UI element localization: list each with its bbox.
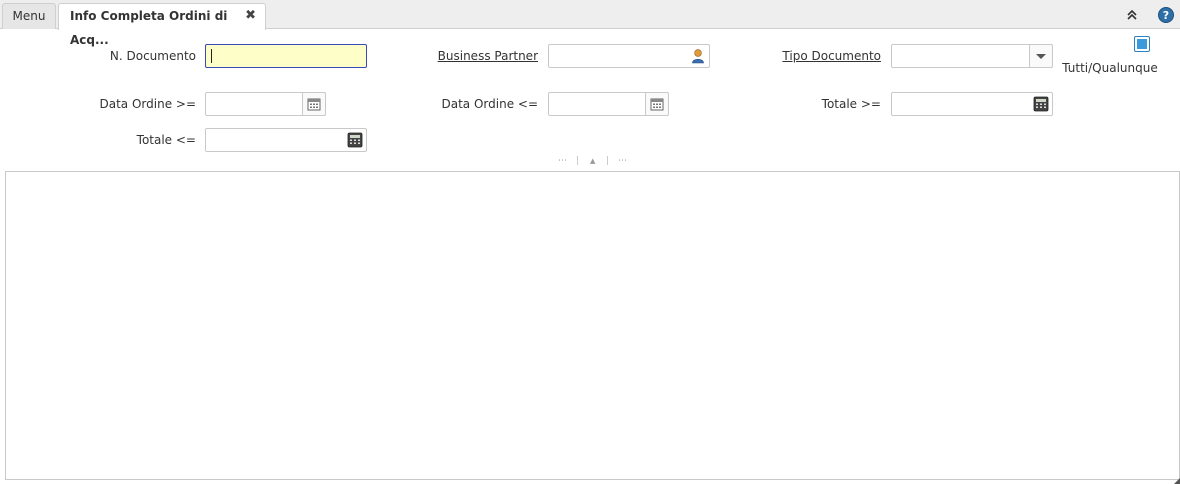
total-from-label: Totale >=: [821, 97, 881, 111]
tab-info-ordini-acquisto[interactable]: Info Completa Ordini di Acq... ✖: [58, 3, 266, 47]
calculator-icon[interactable]: [1033, 96, 1049, 112]
tab-menu-label: Menu: [12, 9, 46, 23]
date-to-label: Data Ordine <=: [441, 97, 539, 111]
doc-no-label: N. Documento: [109, 49, 196, 63]
checkbox-check-mark: [1137, 39, 1147, 49]
splitter-handle[interactable]: ⋯ ▲ ⋯: [556, 156, 636, 166]
all-any-label: Tutti/Qualunque: [1062, 61, 1158, 75]
bpartner-label[interactable]: Business Partner: [420, 48, 538, 64]
chevron-down-icon: [1036, 54, 1046, 59]
bpartner-input[interactable]: [548, 44, 710, 68]
total-from-input[interactable]: [891, 92, 1053, 116]
doctype-dropdown-button[interactable]: [1029, 44, 1053, 68]
calendar-icon: [307, 98, 321, 111]
date-to-input[interactable]: [548, 92, 669, 116]
chevron-double-up-icon[interactable]: [1124, 7, 1140, 23]
date-to-calendar-button[interactable]: [645, 92, 669, 116]
results-grid[interactable]: [5, 171, 1180, 480]
tab-menu[interactable]: Menu: [2, 3, 56, 29]
total-to-label: Totale <=: [136, 133, 196, 147]
person-icon[interactable]: [690, 48, 706, 64]
splitter-dots-left: ⋯: [558, 156, 567, 166]
calendar-icon: [650, 98, 664, 111]
date-from-input[interactable]: [205, 92, 326, 116]
splitter-divider: [577, 156, 578, 165]
calculator-icon[interactable]: [347, 132, 363, 148]
tab-bar: Menu Info Completa Ordini di Acq... ✖ ?: [0, 0, 1180, 47]
doc-no-input[interactable]: [205, 44, 367, 68]
date-from-calendar-button[interactable]: [302, 92, 326, 116]
help-icon[interactable]: ?: [1158, 7, 1174, 23]
resize-corner-icon[interactable]: [1170, 474, 1180, 484]
doctype-label[interactable]: Tipo Documento: [760, 48, 881, 64]
collapse-up-icon[interactable]: ▲: [590, 156, 595, 166]
splitter-dots-right: ⋯: [618, 156, 627, 166]
splitter-divider: [607, 156, 608, 165]
text-caret: [211, 49, 212, 63]
close-icon[interactable]: ✖: [245, 4, 256, 28]
all-any-checkbox[interactable]: [1134, 36, 1150, 52]
doctype-select[interactable]: [891, 44, 1053, 68]
total-to-input[interactable]: [205, 128, 367, 152]
tab-active-label: Info Completa Ordini di Acq...: [70, 9, 228, 47]
date-from-label: Data Ordine >=: [99, 97, 197, 111]
